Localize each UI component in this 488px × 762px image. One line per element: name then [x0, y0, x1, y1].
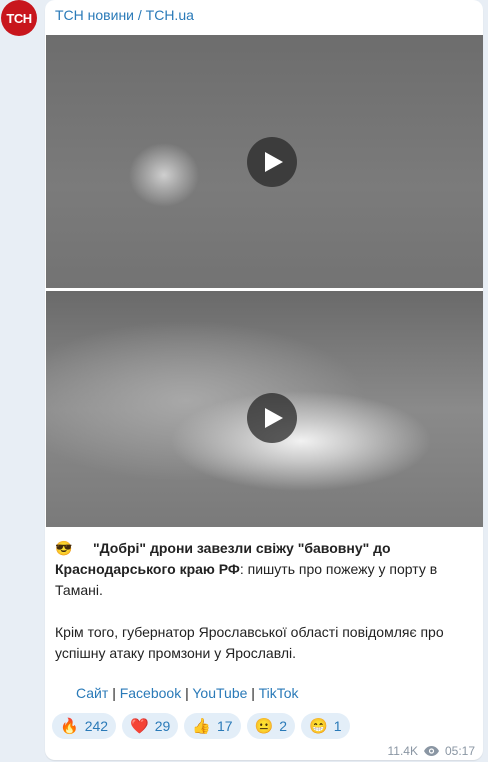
reaction-count: 242: [84, 718, 109, 734]
reaction-count: 2: [279, 718, 288, 734]
message-meta: 11.4K 05:17: [388, 744, 476, 758]
grin-icon: 😁: [309, 718, 328, 735]
video-thumbnail-1[interactable]: [46, 35, 483, 288]
link-site[interactable]: Сайт: [76, 685, 108, 701]
eye-icon: [423, 746, 439, 756]
play-icon: [265, 408, 283, 428]
reaction-count: 1: [333, 718, 342, 734]
separator: |: [251, 685, 255, 701]
reactions-bar: 🔥 242 ❤️ 29 👍 17 😐 2 😁 1: [52, 713, 350, 739]
reaction-thumbs-up[interactable]: 👍 17: [184, 713, 241, 739]
neutral-face-icon: 😐: [254, 718, 274, 735]
play-button[interactable]: [247, 393, 297, 443]
message-bubble: ТСН новини / TCH.ua 😎 "Добрі" дрони завез…: [45, 0, 483, 760]
video-thumbnail-2[interactable]: [46, 291, 483, 527]
post-paragraph: Крім того, губернатор Ярославської облас…: [55, 624, 444, 661]
reaction-fire[interactable]: 🔥 242: [52, 713, 117, 739]
reaction-grin[interactable]: 😁 1: [301, 713, 350, 739]
thumbs-up-icon: 👍: [192, 718, 211, 735]
separator: |: [112, 685, 116, 701]
play-button[interactable]: [247, 137, 297, 187]
view-count: 11.4K: [387, 744, 418, 758]
reaction-count: 17: [217, 718, 233, 734]
channel-avatar[interactable]: TCH: [1, 0, 37, 36]
channel-name[interactable]: ТСН новини / TCH.ua: [55, 7, 194, 23]
link-tiktok[interactable]: TikTok: [259, 685, 299, 701]
reaction-count: 29: [154, 718, 171, 734]
heart-icon: ❤️: [130, 718, 149, 735]
separator: |: [185, 685, 189, 701]
reaction-neutral-face[interactable]: 😐 2: [246, 713, 296, 739]
reaction-heart[interactable]: ❤️ 29: [122, 713, 179, 739]
post-text: 😎 "Добрі" дрони завезли свіжу "бавовну" д…: [55, 538, 475, 664]
post-links: Сайт | Facebook | YouTube | TikTok: [76, 685, 299, 701]
fire-icon: 🔥: [60, 718, 79, 735]
message-time: 05:17: [444, 744, 475, 758]
link-youtube[interactable]: YouTube: [192, 685, 247, 701]
link-facebook[interactable]: Facebook: [120, 685, 181, 701]
play-icon: [265, 152, 283, 172]
sunglasses-emoji-icon: 😎: [55, 540, 73, 556]
